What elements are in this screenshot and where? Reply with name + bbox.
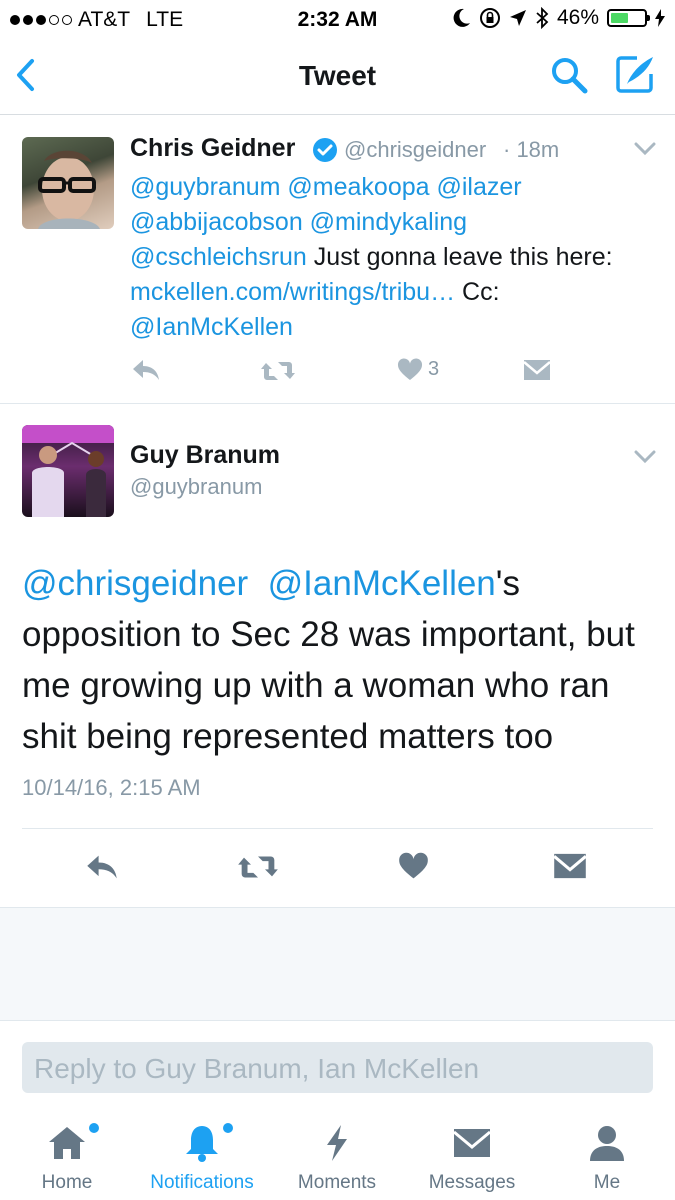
bell-icon xyxy=(186,1126,218,1162)
tweet-timestamp: 10/14/16, 2:15 AM xyxy=(22,775,201,800)
tab-bar: Home Notifications Moments Messages Me xyxy=(0,1105,675,1200)
tweet-time: · 18m xyxy=(503,137,560,162)
author-handle[interactable]: @guybranum xyxy=(130,474,262,500)
envelope-icon[interactable] xyxy=(523,359,551,381)
chevron-down-icon[interactable] xyxy=(634,450,656,464)
reply-input[interactable]: Reply to Guy Branum, Ian McKellen xyxy=(22,1042,653,1093)
tweet-text: @chrisgeidner @IanMcKellen's opposition … xyxy=(22,558,662,762)
reply-placeholder: Reply to Guy Branum, Ian McKellen xyxy=(34,1053,480,1084)
avatar[interactable] xyxy=(22,137,114,229)
status-bar: AT&T LTE 2:32 AM 46% xyxy=(0,0,675,38)
home-icon xyxy=(49,1127,85,1159)
divider xyxy=(0,403,675,404)
mention-link[interactable]: @mindykaling xyxy=(310,208,467,236)
mention-link[interactable]: @IanMcKellen xyxy=(268,564,496,603)
notification-dot xyxy=(223,1123,233,1133)
compose-icon[interactable] xyxy=(615,54,657,94)
tab-label: Notifications xyxy=(150,1172,254,1193)
search-icon[interactable] xyxy=(550,56,588,94)
location-icon xyxy=(509,10,526,26)
divider xyxy=(22,828,653,829)
mention-link[interactable]: @abbijacobson xyxy=(130,208,303,236)
mention-link[interactable]: @meakoopa xyxy=(287,173,429,201)
empty-area xyxy=(0,907,675,1021)
charging-bolt-icon xyxy=(655,9,665,27)
tweet-body-text: opposition to Sec 28 was important, but … xyxy=(22,615,635,756)
author-name[interactable]: Guy Branum xyxy=(130,441,280,470)
bluetooth-icon xyxy=(536,7,549,29)
navigation-bar: Tweet xyxy=(0,38,675,115)
chevron-down-icon[interactable] xyxy=(634,142,656,156)
verified-badge-icon xyxy=(313,138,337,162)
battery-percent: 46% xyxy=(556,6,599,29)
tab-label: Moments xyxy=(297,1172,377,1193)
tweet-text: @guybranum @meakoopa @ilazer @abbijacobs… xyxy=(130,170,650,345)
lightning-icon xyxy=(327,1125,347,1161)
mention-link[interactable]: @chrisgeidner xyxy=(22,564,248,603)
tab-label: Home xyxy=(41,1172,93,1193)
share-envelope-icon[interactable] xyxy=(553,852,587,880)
mention-link[interactable]: @ilazer xyxy=(437,173,522,201)
rotation-lock-icon xyxy=(479,8,500,28)
like-count: 3 xyxy=(428,358,440,380)
battery-icon xyxy=(607,9,650,27)
tweet-body-text: 's xyxy=(495,564,520,603)
mention-link[interactable]: @IanMcKellen xyxy=(130,313,293,341)
retweet-icon[interactable] xyxy=(260,360,296,382)
author-name[interactable]: Chris Geidner xyxy=(130,134,295,163)
retweet-icon[interactable] xyxy=(237,854,279,880)
mention-link[interactable]: @cschleichsrun xyxy=(130,243,307,271)
notification-dot xyxy=(89,1123,99,1133)
status-right: 46% xyxy=(453,6,665,30)
person-icon xyxy=(590,1126,624,1161)
envelope-icon xyxy=(453,1129,491,1157)
tweet-body-text: Just gonna leave this here: xyxy=(306,243,613,271)
author-handle[interactable]: @chrisgeidner xyxy=(344,137,486,163)
moon-icon xyxy=(453,8,470,27)
cc-text: Cc: xyxy=(455,278,500,306)
reply-icon[interactable] xyxy=(85,853,119,881)
reply-icon[interactable] xyxy=(131,358,161,382)
url-link[interactable]: mckellen.com/writings/tribu… xyxy=(130,278,455,306)
heart-icon[interactable] xyxy=(398,852,429,881)
avatar[interactable] xyxy=(22,425,114,517)
mention-link[interactable]: @guybranum xyxy=(130,173,280,201)
tab-label: Me xyxy=(593,1172,621,1193)
heart-icon[interactable] xyxy=(397,358,423,382)
tab-label: Messages xyxy=(428,1172,516,1193)
